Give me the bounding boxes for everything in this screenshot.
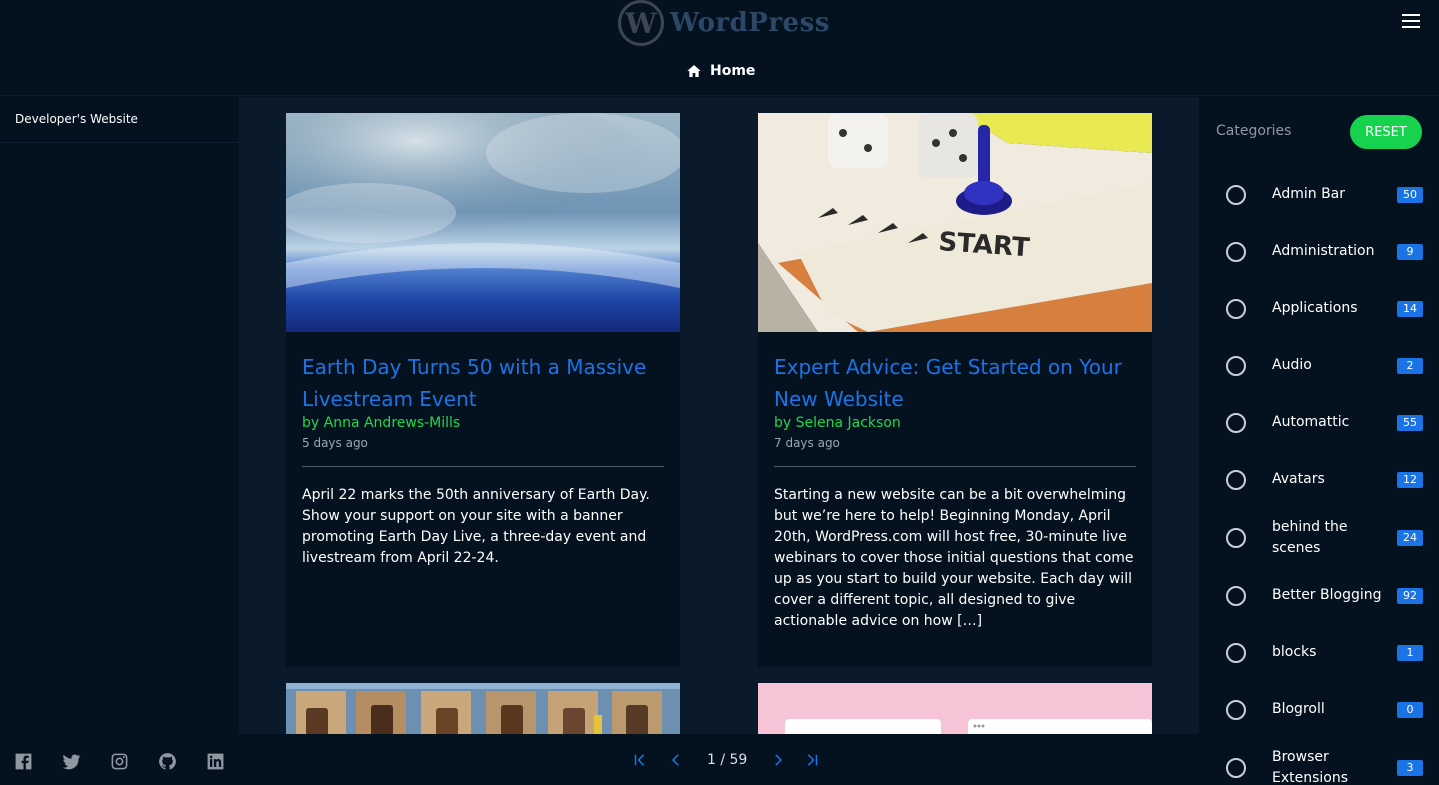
category-item[interactable]: Administration 9 bbox=[1199, 223, 1439, 280]
website-mockup-image[interactable] bbox=[758, 683, 1152, 734]
category-label: Admin Bar bbox=[1272, 186, 1346, 202]
post-author-prefix: by bbox=[774, 415, 792, 431]
pagination-bar: 1 / 59 bbox=[239, 734, 1199, 785]
reset-button[interactable]: RESET bbox=[1350, 115, 1422, 149]
category-count-badge: 2 bbox=[1397, 357, 1423, 374]
category-radio[interactable] bbox=[1226, 241, 1246, 262]
post-excerpt: April 22 marks the 50th anniversary of E… bbox=[302, 487, 650, 566]
category-count-badge: 0 bbox=[1397, 701, 1423, 718]
category-count-badge: 12 bbox=[1397, 471, 1423, 488]
category-count-badge: 9 bbox=[1397, 243, 1423, 260]
category-label: Better Blogging bbox=[1272, 587, 1382, 603]
category-item[interactable]: behind the scenes 24 bbox=[1199, 508, 1439, 567]
post-time: 7 days ago bbox=[774, 436, 840, 450]
category-count-badge: 55 bbox=[1397, 414, 1423, 431]
category-radio[interactable] bbox=[1226, 469, 1246, 490]
category-label: Browser Extensions bbox=[1272, 748, 1349, 785]
category-count-badge: 1 bbox=[1397, 644, 1423, 661]
category-item[interactable]: Better Blogging 92 bbox=[1199, 567, 1439, 624]
svg-text:START: START bbox=[938, 227, 1031, 263]
post-card[interactable]: START Expert Advice: Get Started on Your… bbox=[758, 113, 1152, 667]
category-radio[interactable] bbox=[1226, 642, 1246, 663]
category-count-badge: 14 bbox=[1397, 300, 1423, 317]
category-list: Admin Bar 50 Administration 9 Applicatio… bbox=[1199, 166, 1439, 785]
category-radio[interactable] bbox=[1226, 699, 1246, 720]
last-page-icon[interactable] bbox=[803, 751, 821, 769]
category-radio[interactable] bbox=[1226, 184, 1246, 205]
category-label: Administration bbox=[1272, 243, 1375, 259]
linkedin-icon[interactable] bbox=[206, 752, 225, 771]
category-radio[interactable] bbox=[1226, 412, 1246, 433]
category-radio[interactable] bbox=[1226, 757, 1246, 778]
category-radio[interactable] bbox=[1226, 355, 1246, 376]
instagram-icon[interactable] bbox=[110, 752, 129, 771]
post-excerpt: Starting a new website can be a bit over… bbox=[774, 487, 1134, 629]
category-label: Automattic bbox=[1272, 414, 1350, 430]
left-sidebar: Developer's Website bbox=[0, 97, 239, 785]
post-time: 5 days ago bbox=[302, 436, 368, 450]
wordpress-logo[interactable]: W WordPress bbox=[618, 0, 830, 46]
earth-from-space-image[interactable] bbox=[256, 97, 686, 332]
social-links bbox=[14, 752, 225, 771]
github-icon[interactable] bbox=[158, 752, 177, 771]
category-radio[interactable] bbox=[1226, 585, 1246, 606]
first-page-icon[interactable] bbox=[631, 751, 649, 769]
post-author-prefix: by bbox=[302, 415, 320, 431]
category-item[interactable]: Avatars 12 bbox=[1199, 451, 1439, 508]
categories-heading: Categories bbox=[1216, 123, 1292, 139]
next-page-icon[interactable] bbox=[769, 751, 787, 769]
card-divider bbox=[302, 466, 664, 467]
post-card[interactable]: Earth Day Turns 50 with a Massive Livest… bbox=[256, 97, 686, 667]
top-header: W WordPress Home bbox=[0, 0, 1439, 96]
card-divider bbox=[774, 466, 1136, 467]
category-item[interactable]: Blogroll 0 bbox=[1199, 681, 1439, 738]
category-radio[interactable] bbox=[1226, 298, 1246, 319]
post-title-link[interactable]: Expert Advice: Get Started on Your New W… bbox=[774, 351, 1136, 415]
wordpress-logo-text: WordPress bbox=[670, 8, 830, 38]
hamburger-menu-icon[interactable] bbox=[1402, 14, 1420, 30]
post-card-preview[interactable] bbox=[286, 683, 680, 734]
category-label: Avatars bbox=[1272, 471, 1325, 487]
category-count-badge: 92 bbox=[1397, 587, 1423, 604]
category-count-badge: 3 bbox=[1397, 759, 1423, 776]
post-author: by Anna Andrews-Mills bbox=[302, 415, 664, 431]
category-item[interactable]: Browser Extensions 3 bbox=[1199, 738, 1439, 785]
category-label: behind the scenes bbox=[1272, 518, 1348, 556]
category-label: Applications bbox=[1272, 300, 1358, 316]
category-item[interactable]: Audio 2 bbox=[1199, 337, 1439, 394]
post-author-link[interactable]: Anna Andrews-Mills bbox=[324, 415, 461, 431]
home-nav-label: Home bbox=[710, 63, 756, 79]
home-nav-link[interactable]: Home bbox=[686, 63, 755, 79]
board-game-start-image[interactable]: START bbox=[758, 113, 1152, 332]
category-item[interactable]: Admin Bar 50 bbox=[1199, 166, 1439, 223]
category-item[interactable]: Automattic 55 bbox=[1199, 394, 1439, 451]
category-radio[interactable] bbox=[1226, 527, 1246, 548]
categories-sidebar: Categories RESET Admin Bar 50 Administra… bbox=[1199, 97, 1439, 785]
twitter-icon[interactable] bbox=[62, 752, 81, 771]
pagination: 1 / 59 bbox=[631, 751, 821, 769]
category-count-badge: 50 bbox=[1397, 186, 1423, 203]
facebook-icon[interactable] bbox=[14, 752, 33, 771]
page-indicator: 1 / 59 bbox=[707, 752, 748, 768]
category-label: Audio bbox=[1272, 357, 1312, 373]
category-label: Blogroll bbox=[1272, 701, 1325, 717]
wordpress-logo-mark: W bbox=[618, 0, 664, 46]
jars-on-shelves-image[interactable] bbox=[286, 683, 680, 734]
home-icon bbox=[687, 65, 701, 77]
category-label: blocks bbox=[1272, 644, 1317, 660]
post-title-link[interactable]: Earth Day Turns 50 with a Massive Livest… bbox=[302, 351, 664, 415]
category-item[interactable]: Applications 14 bbox=[1199, 280, 1439, 337]
category-item[interactable]: blocks 1 bbox=[1199, 624, 1439, 681]
post-author-link[interactable]: Selena Jackson bbox=[796, 415, 901, 431]
post-grid: Earth Day Turns 50 with a Massive Livest… bbox=[239, 97, 1199, 734]
previous-page-icon[interactable] bbox=[667, 751, 685, 769]
category-count-badge: 24 bbox=[1397, 529, 1423, 546]
developer-website-link[interactable]: Developer's Website bbox=[0, 97, 239, 143]
post-author: by Selena Jackson bbox=[774, 415, 1136, 431]
post-card-preview[interactable] bbox=[758, 683, 1152, 734]
